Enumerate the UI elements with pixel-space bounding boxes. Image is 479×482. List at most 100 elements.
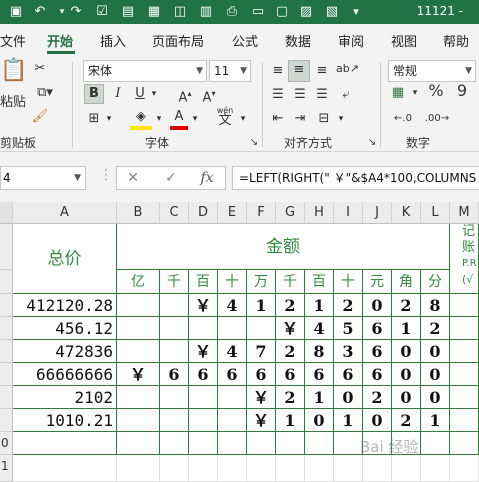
column-header-a[interactable]: A <box>13 202 117 224</box>
digit-cell[interactable]: ￥ <box>276 317 305 340</box>
unit-cell[interactable]: 角 <box>392 270 421 294</box>
digit-cell[interactable]: 1 <box>305 386 334 409</box>
empty-cell[interactable] <box>218 432 247 455</box>
dialog-launcher-icon[interactable]: ↘ <box>248 134 260 152</box>
cut-icon[interactable]: ✂ <box>30 60 50 78</box>
redo-icon[interactable]: ↷ <box>66 2 86 22</box>
digit-cell[interactable]: 6 <box>160 363 189 386</box>
digit-cell[interactable] <box>117 340 160 363</box>
empty-cell[interactable] <box>276 455 305 482</box>
italic-button[interactable]: I <box>110 85 126 103</box>
align-middle-icon[interactable]: ≡ <box>288 60 310 82</box>
page-setup-icon[interactable]: ▢ <box>272 2 292 22</box>
unit-cell[interactable]: 元 <box>363 270 392 294</box>
empty-cell[interactable] <box>334 455 363 482</box>
digit-cell[interactable]: 3 <box>334 340 363 363</box>
copy-icon[interactable]: ⧉▾ <box>30 84 60 102</box>
paste-icon[interactable]: 📋 <box>0 60 27 90</box>
comment-icon[interactable]: ▧ <box>322 2 342 22</box>
row-header[interactable] <box>0 340 13 363</box>
format-painter-icon[interactable]: 🖌 <box>30 108 50 126</box>
digit-cell[interactable]: 2 <box>334 294 363 317</box>
digit-cell[interactable]: 2 <box>276 386 305 409</box>
empty-cell[interactable] <box>363 455 392 482</box>
chevron-down-icon[interactable]: ▾ <box>238 110 248 128</box>
chevron-down-icon[interactable]: ▾ <box>190 110 200 128</box>
digit-cell[interactable] <box>189 386 218 409</box>
empty-cell[interactable] <box>160 455 189 482</box>
font-color-icon[interactable]: A <box>170 108 188 130</box>
cancel-icon[interactable]: ✕ <box>123 170 143 186</box>
align-bottom-icon[interactable]: ≡ <box>312 62 332 80</box>
digit-cell[interactable]: 6 <box>363 317 392 340</box>
tab-file[interactable]: 文件 <box>0 31 26 50</box>
digit-cell[interactable]: ￥ <box>117 363 160 386</box>
number-format-combo[interactable]: 常规 ▼ <box>388 60 476 82</box>
digit-cell[interactable]: 1 <box>334 409 363 432</box>
digit-cell[interactable]: 0 <box>363 294 392 317</box>
bold-button[interactable]: B <box>84 84 104 104</box>
total-cell[interactable]: 472836 <box>13 340 117 363</box>
digit-cell[interactable]: 2 <box>392 294 421 317</box>
digit-cell[interactable] <box>160 409 189 432</box>
empty-cell[interactable] <box>218 455 247 482</box>
digit-cell[interactable] <box>117 317 160 340</box>
digit-cell[interactable]: 2 <box>276 294 305 317</box>
align-left-icon[interactable]: ☰ <box>268 86 288 104</box>
unit-cell[interactable]: 百 <box>305 270 334 294</box>
row-header-11[interactable]: 1 <box>0 455 13 482</box>
row-header[interactable] <box>0 409 13 432</box>
digit-cell[interactable]: 0 <box>421 363 450 386</box>
shape-icon[interactable]: ◫ <box>170 2 190 22</box>
digit-cell[interactable]: 4 <box>218 340 247 363</box>
empty-cell[interactable] <box>13 432 117 455</box>
empty-cell[interactable] <box>450 432 479 455</box>
increase-font-icon[interactable]: A▴ <box>176 85 194 107</box>
align-center-icon[interactable]: ☰ <box>290 86 310 104</box>
chevron-down-icon[interactable]: ▾ <box>104 110 114 128</box>
increase-indent-icon[interactable]: ⇥ <box>290 110 310 128</box>
comma-style-button[interactable]: 9 <box>452 82 472 100</box>
empty-cell[interactable] <box>13 455 117 482</box>
digit-cell[interactable]: 8 <box>305 340 334 363</box>
accounting-format-icon[interactable]: ▦ <box>388 84 408 102</box>
digit-cell[interactable]: 4 <box>305 317 334 340</box>
digit-cell[interactable] <box>189 317 218 340</box>
row-header[interactable] <box>0 294 13 317</box>
chevron-down-icon[interactable]: ▾ <box>148 85 160 103</box>
chart-icon[interactable]: ▨ <box>296 2 316 22</box>
empty-cell[interactable] <box>247 455 276 482</box>
empty-cell[interactable] <box>189 432 218 455</box>
tab-insert[interactable]: 插入 <box>100 31 126 50</box>
table-icon[interactable]: ▥ <box>196 2 216 22</box>
font-name-combo[interactable]: 宋体 ▼ <box>83 60 207 82</box>
digit-cell[interactable]: 0 <box>421 340 450 363</box>
unit-cell[interactable]: 百 <box>189 270 218 294</box>
undo-icon[interactable]: ↶ <box>30 2 50 22</box>
posting-cell[interactable] <box>450 317 479 340</box>
digit-cell[interactable]: 1 <box>421 409 450 432</box>
tab-page-layout[interactable]: 页面布局 <box>152 31 204 50</box>
tab-data[interactable]: 数据 <box>285 31 311 50</box>
formula-input[interactable]: =LEFT(RIGHT(" ￥"&$A4*100,COLUMNS <box>232 166 479 190</box>
digit-cell[interactable] <box>160 340 189 363</box>
chevron-down-icon[interactable]: ▾ <box>410 84 420 102</box>
column-header-e[interactable]: E <box>218 202 247 224</box>
digit-cell[interactable] <box>218 386 247 409</box>
digit-cell[interactable]: ￥ <box>247 409 276 432</box>
chevron-down-icon[interactable]: ▾ <box>154 110 164 128</box>
row-header[interactable] <box>0 317 13 340</box>
total-cell[interactable]: 456.12 <box>13 317 117 340</box>
digit-cell[interactable]: 6 <box>334 363 363 386</box>
name-box[interactable]: 4 ▼ <box>0 166 86 190</box>
unit-cell[interactable]: 亿 <box>117 270 160 294</box>
calculator-icon[interactable]: ▦ <box>144 2 164 22</box>
digit-cell[interactable]: 6 <box>305 363 334 386</box>
header-total-cell[interactable]: 总价 <box>13 224 117 294</box>
print-icon[interactable]: ⎙ <box>222 2 242 22</box>
form-icon[interactable]: ▤ <box>118 2 138 22</box>
empty-cell[interactable] <box>421 432 450 455</box>
column-header-b[interactable]: B <box>117 202 160 224</box>
header-posting-cell[interactable]: 记 账 P.R (√ <box>450 224 479 294</box>
total-cell[interactable]: 66666666 <box>13 363 117 386</box>
